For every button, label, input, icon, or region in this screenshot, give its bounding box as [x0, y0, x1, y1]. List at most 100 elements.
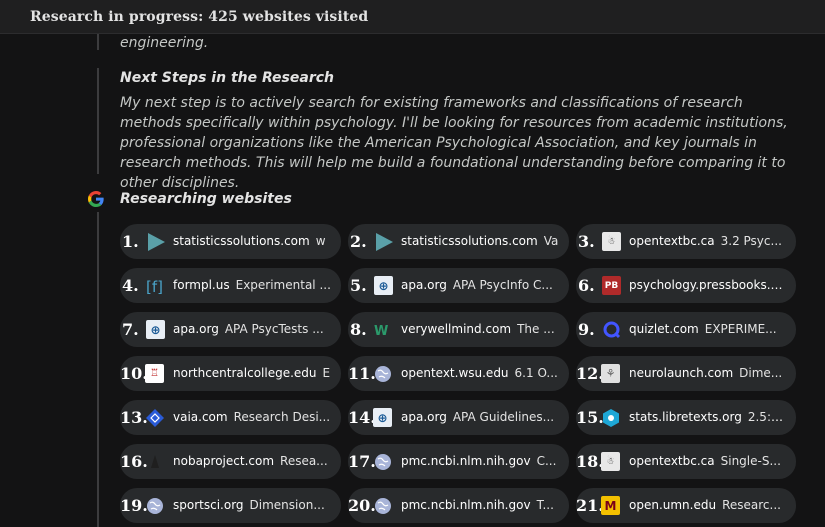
source-domain: statisticssolutions.com [173, 234, 310, 248]
source-label: neurolaunch.com Dime... [629, 356, 786, 391]
source-label: formpl.us Experimental ... [173, 268, 331, 303]
source-title: T... [536, 498, 554, 512]
source-title: 2.5: ... [747, 410, 786, 424]
source-domain: opentextbc.ca [629, 454, 715, 468]
source-domain: quizlet.com [629, 322, 699, 336]
source-chip[interactable]: 18. ☃ opentextbc.ca Single-S... [576, 444, 796, 479]
source-label: apa.org APA PsycInfo C... [401, 268, 559, 303]
apa-logo-icon: ⊕ [373, 275, 394, 296]
noba-logo-icon [144, 451, 165, 472]
globe-icon [372, 495, 393, 516]
source-domain: neurolaunch.com [629, 366, 734, 380]
source-title: Single-S... [720, 454, 781, 468]
source-number: 8. [350, 320, 367, 339]
source-title: The ... [517, 322, 555, 336]
source-number: 7. [122, 320, 139, 339]
source-chip[interactable]: 14. ⊕ apa.org APA Guidelines... [348, 400, 569, 435]
source-chip[interactable]: 6. PB psychology.pressbooks.tru.ca [576, 268, 796, 303]
source-chip[interactable]: 2. statisticssolutions.com Va [348, 224, 569, 259]
source-label: opentextbc.ca Single-S... [629, 444, 786, 479]
college-logo-icon: ♖ [144, 363, 165, 384]
opentext-logo-icon: ☃ [600, 451, 621, 472]
source-chip[interactable]: 4. [f] formpl.us Experimental ... [120, 268, 341, 303]
quizlet-logo-icon [601, 319, 622, 340]
timeline-line [97, 212, 99, 527]
source-label: vaia.com Research Desi... [173, 400, 331, 435]
source-label: apa.org APA PsycTests ... [173, 312, 331, 347]
source-chip[interactable]: 7. ⊕ apa.org APA PsycTests ... [120, 312, 341, 347]
source-title: Research Desi... [233, 410, 331, 424]
brain-logo-icon: ⚘ [600, 363, 621, 384]
thought-fragment: engineering. [120, 35, 209, 51]
source-domain: apa.org [401, 278, 447, 292]
source-domain: pmc.ncbi.nlm.nih.gov [401, 498, 531, 512]
source-chip[interactable]: 13. vaia.com Research Desi... [120, 400, 341, 435]
source-domain: verywellmind.com [401, 322, 512, 336]
source-label: open.umn.edu Researc... [629, 488, 786, 523]
source-domain: vaia.com [173, 410, 228, 424]
svg-text:[f]: [f] [146, 278, 163, 296]
vaia-logo-icon [144, 407, 165, 428]
pressbooks-logo-icon: PB [601, 275, 622, 296]
source-number: 6. [578, 276, 595, 295]
timeline-line [97, 34, 99, 50]
play-triangle-icon [145, 231, 166, 252]
verywell-logo-icon: W [373, 319, 394, 340]
globe-icon [144, 495, 165, 516]
source-domain: opentextbc.ca [629, 234, 715, 248]
source-domain: northcentralcollege.edu [173, 366, 317, 380]
source-number: 5. [350, 276, 367, 295]
source-domain: psychology.pressbooks.tru.ca [629, 278, 786, 292]
play-triangle-icon [373, 231, 394, 252]
source-title: Dime... [739, 366, 783, 380]
source-label: statisticssolutions.com w [173, 224, 331, 259]
source-label: opentextbc.ca 3.2 Psyc... [629, 224, 786, 259]
source-chip[interactable]: 5. ⊕ apa.org APA PsycInfo C... [348, 268, 569, 303]
source-chip[interactable]: 1. statisticssolutions.com w [120, 224, 341, 259]
next-steps-heading: Next Steps in the Research [120, 70, 334, 86]
source-label: pmc.ncbi.nlm.nih.gov T... [401, 488, 559, 523]
source-domain: nobaproject.com [173, 454, 275, 468]
svg-text:W: W [374, 324, 388, 339]
source-number: 9. [578, 320, 595, 339]
next-steps-body: My next step is to actively search for e… [120, 95, 788, 191]
source-label: northcentralcollege.edu E [173, 356, 331, 391]
source-chip[interactable]: 21. Mopen.umn.edu Researc... [576, 488, 796, 523]
source-chip[interactable]: 20. pmc.ncbi.nlm.nih.gov T... [348, 488, 569, 523]
globe-icon [372, 363, 393, 384]
source-chip[interactable]: 17. pmc.ncbi.nlm.nih.gov C... [348, 444, 569, 479]
source-chip[interactable]: 12. ⚘ neurolaunch.com Dime... [576, 356, 796, 391]
source-chip[interactable]: 9. quizlet.com EXPERIME... [576, 312, 796, 347]
source-number: 4. [122, 276, 139, 295]
header-title: Research in progress: 425 websites visit… [30, 9, 369, 25]
source-title: 6.1 O... [514, 366, 558, 380]
source-label: stats.libretexts.org 2.5: ... [629, 400, 786, 435]
source-domain: open.umn.edu [629, 498, 717, 512]
source-chip[interactable]: 10. ♖ northcentralcollege.edu E [120, 356, 341, 391]
source-chip[interactable]: 3. ☃ opentextbc.ca 3.2 Psyc... [576, 224, 796, 259]
source-title: Researc... [722, 498, 781, 512]
source-label: apa.org APA Guidelines... [401, 400, 559, 435]
source-chip[interactable]: 11. opentext.wsu.edu 6.1 O... [348, 356, 569, 391]
researching-heading: Researching websites [120, 191, 292, 207]
source-title: E [322, 366, 331, 380]
source-number: 3. [578, 232, 595, 251]
source-chip[interactable]: 8. Wverywellmind.com The ... [348, 312, 569, 347]
source-domain: sportsci.org [173, 498, 244, 512]
source-domain: stats.libretexts.org [629, 410, 742, 424]
umn-logo-icon: M [600, 495, 621, 516]
source-label: sportsci.org Dimension... [173, 488, 331, 523]
source-chip[interactable]: 15. stats.libretexts.org 2.5: ... [576, 400, 796, 435]
source-chip[interactable]: 19. sportsci.org Dimension... [120, 488, 341, 523]
timeline-line [97, 68, 99, 174]
source-label: pmc.ncbi.nlm.nih.gov C... [401, 444, 559, 479]
source-title: 3.2 Psyc... [720, 234, 782, 248]
source-chip[interactable]: 16. nobaproject.com Resea... [120, 444, 341, 479]
source-title: Va [543, 234, 559, 248]
source-number: 1. [122, 232, 139, 251]
source-number: 2. [350, 232, 367, 251]
apa-logo-icon: ⊕ [145, 319, 166, 340]
apa-logo-icon: ⊕ [372, 407, 393, 428]
source-domain: formpl.us [173, 278, 230, 292]
source-domain: opentext.wsu.edu [401, 366, 509, 380]
